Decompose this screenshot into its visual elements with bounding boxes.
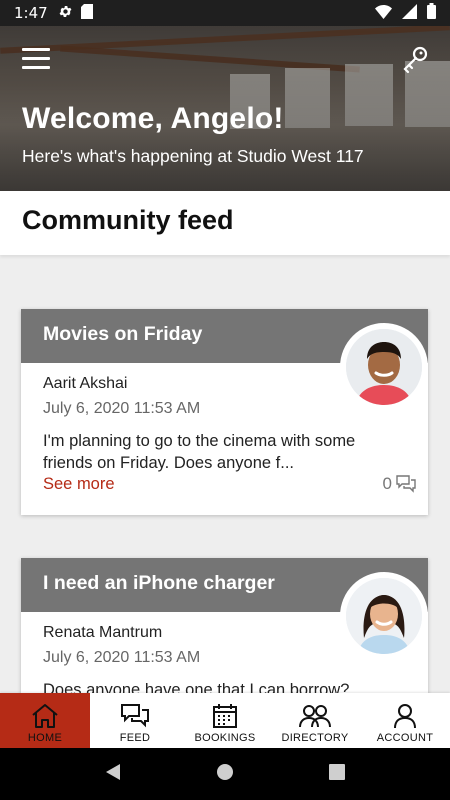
nav-item-home[interactable]: HOME bbox=[0, 693, 90, 748]
nav-item-bookings[interactable]: BOOKINGS bbox=[180, 693, 270, 748]
welcome-title: Welcome, Angelo! bbox=[22, 102, 284, 135]
hero-banner: Welcome, Angelo! Here's what's happening… bbox=[0, 26, 450, 191]
menu-bar bbox=[22, 48, 50, 51]
post-timestamp: July 6, 2020 11:53 AM bbox=[43, 649, 201, 666]
recents-icon[interactable] bbox=[329, 764, 345, 784]
welcome-subtitle: Here's what's happening at Studio West 1… bbox=[22, 146, 364, 166]
post-timestamp: July 6, 2020 11:53 AM bbox=[43, 400, 201, 417]
nav-label: ACCOUNT bbox=[376, 732, 434, 744]
status-bar: 1:47 bbox=[0, 0, 450, 26]
post-card[interactable]: I need an iPhone charger Renata Mantrum … bbox=[21, 558, 428, 693]
feed-icon bbox=[121, 704, 149, 728]
nav-label: DIRECTORY bbox=[281, 732, 349, 744]
nav-item-feed[interactable]: FEED bbox=[90, 693, 180, 748]
post-text: Does anyone have one that I can borrow? bbox=[43, 681, 350, 693]
nav-label: BOOKINGS bbox=[194, 732, 256, 744]
sd-card-icon bbox=[80, 3, 93, 23]
home-icon bbox=[32, 704, 58, 728]
post-author: Aarit Akshai bbox=[43, 375, 128, 392]
post-author: Renata Mantrum bbox=[43, 624, 163, 641]
feed-list[interactable]: Movies on Friday Aarit Akshai July 6, 20… bbox=[0, 256, 450, 693]
post-body: Aarit Akshai July 6, 2020 11:53 AM I'm p… bbox=[21, 363, 428, 508]
bottom-nav: HOME FEED BOOKINGS DIRECTORY ACCOUNT bbox=[0, 693, 450, 748]
battery-icon bbox=[427, 3, 436, 23]
status-time: 1:47 bbox=[14, 4, 48, 22]
post-title: Movies on Friday bbox=[43, 323, 203, 345]
settings-gear-icon bbox=[58, 4, 73, 23]
people-icon bbox=[299, 705, 331, 728]
post-body: Renata Mantrum July 6, 2020 11:53 AM Doe… bbox=[21, 612, 428, 693]
menu-bar bbox=[22, 57, 50, 60]
menu-button[interactable] bbox=[22, 48, 50, 72]
calendar-icon bbox=[213, 704, 237, 728]
community-feed-header: Community feed bbox=[0, 191, 450, 255]
post-card[interactable]: Movies on Friday Aarit Akshai July 6, 20… bbox=[21, 309, 428, 515]
nav-item-directory[interactable]: DIRECTORY bbox=[270, 693, 360, 748]
home-circle-icon[interactable] bbox=[216, 763, 234, 785]
comment-count: 0 bbox=[382, 474, 392, 493]
nav-item-account[interactable]: ACCOUNT bbox=[360, 693, 450, 748]
system-nav-bar bbox=[0, 748, 450, 800]
signal-icon bbox=[402, 3, 417, 23]
see-more-link[interactable]: See more bbox=[43, 475, 115, 494]
post-title: I need an iPhone charger bbox=[43, 572, 275, 594]
wifi-icon bbox=[375, 4, 392, 23]
nav-label: HOME bbox=[27, 732, 63, 744]
page-title: Community feed bbox=[22, 205, 234, 235]
menu-bar bbox=[22, 66, 50, 69]
key-icon[interactable] bbox=[400, 44, 430, 74]
comment-icon bbox=[396, 475, 416, 493]
nav-label: FEED bbox=[119, 732, 151, 744]
person-icon bbox=[394, 704, 416, 729]
back-icon[interactable] bbox=[105, 763, 121, 785]
post-text: I'm planning to go to the cinema with so… bbox=[43, 432, 356, 472]
comment-count-button[interactable]: 0 bbox=[383, 474, 416, 494]
